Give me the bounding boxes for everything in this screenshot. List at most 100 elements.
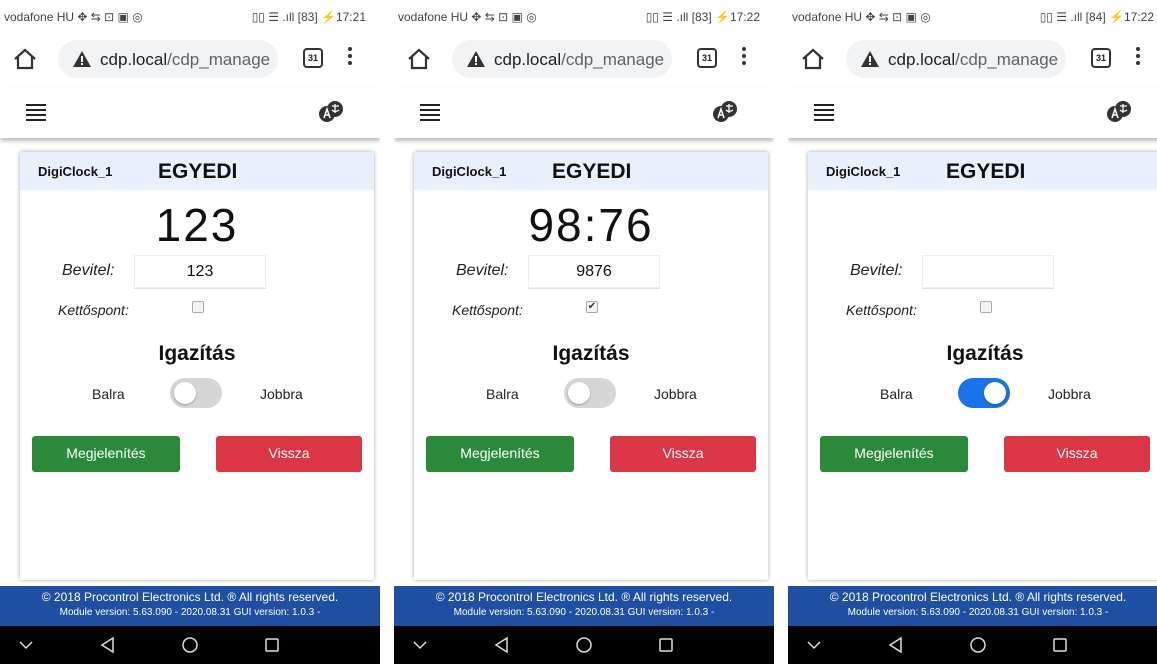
value-input[interactable]: 123 <box>134 255 266 289</box>
tabs-count-button[interactable]: 31 <box>697 48 717 68</box>
align-toggle[interactable] <box>170 378 222 408</box>
version-text: Module version: 5.63.090 - 2020.08.31 GU… <box>847 607 1109 618</box>
back-button[interactable]: Vissza <box>1004 436 1150 472</box>
android-nav-bar <box>0 626 380 664</box>
card-header: DigiClock_1 EGYEDI <box>808 152 1157 190</box>
address-bar[interactable]: cdp.local/cdp_manage <box>846 40 1066 78</box>
device-name: DigiClock_1 <box>38 164 113 179</box>
url-path: /cdp_manage <box>561 50 665 69</box>
tabs-count-button[interactable]: 31 <box>303 48 323 68</box>
input-label: Bevitel: <box>62 262 115 279</box>
address-bar[interactable]: cdp.local/cdp_manage <box>58 40 278 78</box>
device-name: DigiClock_1 <box>826 164 901 179</box>
colon-label: Kettőspont: <box>58 302 129 318</box>
colon-checkbox[interactable] <box>980 301 992 313</box>
browser-toolbar: cdp.local/cdp_manage 31 <box>0 30 380 88</box>
input-label: Bevitel: <box>850 262 903 279</box>
footer: © 2018 Procontrol Electronics Ltd. ® All… <box>0 586 380 626</box>
hamburger-menu-icon[interactable] <box>420 104 440 121</box>
align-left-label: Balra <box>92 386 125 402</box>
colon-checkbox[interactable] <box>192 301 204 313</box>
colon-label: Kettőspont: <box>452 302 523 318</box>
system-status-text: ▯▯ ☰ .ıll [84] ⚡17:22 <box>1039 10 1154 24</box>
more-menu-icon[interactable] <box>346 44 354 72</box>
copyright-text: © 2018 Procontrol Electronics Ltd. ® All… <box>41 590 339 604</box>
phone-screen: vodafone HU ✥ ⇆ ⊡ ▣ ◎ ▯▯ ☰ .ıll [83] ⚡17… <box>394 0 774 664</box>
value-input[interactable]: 9876 <box>528 255 660 289</box>
phone-screen: vodafone HU ✥ ⇆ ⊡ ▣ ◎ ▯▯ ☰ .ıll [84] ⚡17… <box>788 0 1157 664</box>
recents-square-icon[interactable] <box>1050 635 1070 655</box>
warning-icon <box>861 51 879 67</box>
copyright-text: © 2018 Procontrol Electronics Ltd. ® All… <box>435 590 733 604</box>
url-path: /cdp_manage <box>167 50 271 69</box>
back-button[interactable]: Vissza <box>610 436 756 472</box>
home-circle-icon[interactable] <box>180 635 200 655</box>
chevron-down-icon[interactable] <box>804 635 824 655</box>
footer: © 2018 Procontrol Electronics Ltd. ® All… <box>788 586 1157 626</box>
align-right-label: Jobbra <box>654 386 697 402</box>
url-path: /cdp_manage <box>955 50 1059 69</box>
home-circle-icon[interactable] <box>574 635 594 655</box>
language-icon[interactable] <box>318 100 344 124</box>
show-button[interactable]: Megjelenítés <box>426 436 574 472</box>
back-triangle-icon[interactable] <box>886 635 906 655</box>
align-title: Igazítás <box>552 342 630 365</box>
carrier-text: vodafone HU ✥ ⇆ ⊡ ▣ ◎ <box>792 10 931 24</box>
app-bar <box>394 88 774 138</box>
align-title: Igazítás <box>946 342 1024 365</box>
hamburger-menu-icon[interactable] <box>26 104 46 121</box>
home-icon[interactable] <box>12 46 38 72</box>
copyright-text: © 2018 Procontrol Electronics Ltd. ® All… <box>829 590 1127 604</box>
value-input[interactable] <box>922 255 1054 289</box>
warning-icon <box>73 51 91 67</box>
carrier-text: vodafone HU ✥ ⇆ ⊡ ▣ ◎ <box>398 10 537 24</box>
recents-square-icon[interactable] <box>262 635 282 655</box>
footer: © 2018 Procontrol Electronics Ltd. ® All… <box>394 586 774 626</box>
carrier-text: vodafone HU ✥ ⇆ ⊡ ▣ ◎ <box>4 10 143 24</box>
align-toggle[interactable] <box>564 378 616 408</box>
browser-toolbar: cdp.local/cdp_manage 31 <box>788 30 1157 88</box>
back-triangle-icon[interactable] <box>98 635 118 655</box>
colon-checkbox[interactable]: ✔ <box>586 301 598 313</box>
back-button[interactable]: Vissza <box>216 436 362 472</box>
chevron-down-icon[interactable] <box>16 635 36 655</box>
android-nav-bar <box>394 626 774 664</box>
back-triangle-icon[interactable] <box>492 635 512 655</box>
align-title: Igazítás <box>158 342 236 365</box>
show-button[interactable]: Megjelenítés <box>32 436 180 472</box>
align-right-label: Jobbra <box>1048 386 1091 402</box>
clock-display: 98:76 <box>528 199 654 251</box>
url-host: cdp.local <box>888 50 956 69</box>
card-header: DigiClock_1 EGYEDI <box>20 152 374 190</box>
language-icon[interactable] <box>1106 100 1132 124</box>
device-card: DigiClock_1 EGYEDI Bevitel: Kettőspont: … <box>808 152 1157 580</box>
url-host: cdp.local <box>100 50 168 69</box>
chevron-down-icon[interactable] <box>410 635 430 655</box>
mode-title: EGYEDI <box>552 160 632 183</box>
toggle-knob <box>568 382 590 404</box>
more-menu-icon[interactable] <box>740 44 748 72</box>
hamburger-menu-icon[interactable] <box>814 104 834 121</box>
toggle-knob <box>984 382 1006 404</box>
clock-display: 123 <box>155 199 239 251</box>
language-icon[interactable] <box>712 100 738 124</box>
url-text: cdp.local/cdp_manage <box>100 50 276 70</box>
device-card: DigiClock_1 EGYEDI 98:76 Bevitel: 9876 K… <box>414 152 768 580</box>
toggle-knob <box>174 382 196 404</box>
url-text: cdp.local/cdp_manage <box>888 50 1064 70</box>
mode-title: EGYEDI <box>946 160 1026 183</box>
home-icon[interactable] <box>406 46 432 72</box>
home-circle-icon[interactable] <box>968 635 988 655</box>
show-button[interactable]: Megjelenítés <box>820 436 968 472</box>
app-bar <box>0 88 380 138</box>
system-status-text: ▯▯ ☰ .ıll [83] ⚡17:21 <box>251 10 366 24</box>
device-card: DigiClock_1 EGYEDI 123 Bevitel: 123 Kett… <box>20 152 374 580</box>
align-toggle[interactable] <box>958 378 1010 408</box>
recents-square-icon[interactable] <box>656 635 676 655</box>
tabs-count-button[interactable]: 31 <box>1091 48 1111 68</box>
address-bar[interactable]: cdp.local/cdp_manage <box>452 40 672 78</box>
system-status-text: ▯▯ ☰ .ıll [83] ⚡17:22 <box>645 10 760 24</box>
home-icon[interactable] <box>800 46 826 72</box>
more-menu-icon[interactable] <box>1134 44 1142 72</box>
status-bar: vodafone HU ✥ ⇆ ⊡ ▣ ◎ ▯▯ ☰ .ıll [83] ⚡17… <box>394 0 774 30</box>
